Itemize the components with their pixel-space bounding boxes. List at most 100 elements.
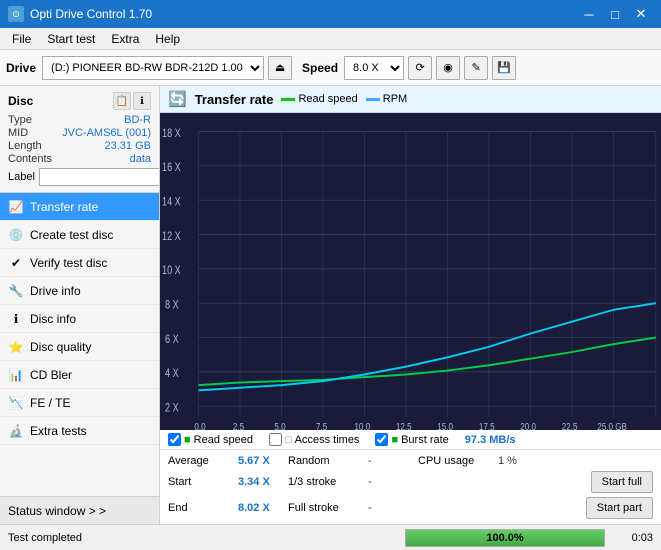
save-button[interactable]: 💾 (492, 56, 516, 80)
disc-length-value: 23.31 GB (105, 140, 151, 152)
nav-transfer-rate[interactable]: 📈 Transfer rate (0, 193, 159, 221)
checkbox-access-times[interactable]: □ Access times (269, 433, 359, 446)
nav-transfer-rate-label: Transfer rate (30, 200, 98, 214)
svg-text:10.0: 10.0 (354, 420, 370, 430)
legend-rpm: RPM (366, 93, 407, 105)
transfer-rate-icon: 📈 (8, 199, 24, 215)
drive-info-icon: 🔧 (8, 283, 24, 299)
titlebar-controls: ─ □ ✕ (577, 4, 653, 24)
nav-fe-te[interactable]: 📉 FE / TE (0, 389, 159, 417)
checkbox-burst-rate[interactable]: ■ Burst rate (375, 433, 448, 446)
nav-drive-info-label: Drive info (30, 284, 81, 298)
progress-bar-container: 100.0% (405, 529, 605, 547)
svg-text:16 X: 16 X (162, 161, 181, 174)
menu-extra[interactable]: Extra (103, 30, 147, 48)
stat-cpu-label: CPU usage (418, 455, 498, 467)
disc-length-label: Length (8, 140, 42, 152)
nav-create-test-disc[interactable]: 💿 Create test disc (0, 221, 159, 249)
nav-extra-tests[interactable]: 🔬 Extra tests (0, 417, 159, 445)
nav-create-test-disc-label: Create test disc (30, 228, 113, 242)
burst-rate-value: 97.3 MB/s (465, 434, 516, 446)
nav-disc-info[interactable]: ℹ Disc info (0, 305, 159, 333)
disc-mid-label: MID (8, 127, 28, 139)
svg-text:17.5: 17.5 (479, 420, 495, 430)
menu-start-test[interactable]: Start test (39, 30, 103, 48)
svg-text:18 X: 18 X (162, 127, 181, 140)
stat-cpu-value: 1 % (498, 455, 558, 467)
checkbox-access-times-input[interactable] (269, 433, 282, 446)
stat-13stroke-label: 1/3 stroke (288, 476, 368, 488)
checkbox-burst-rate-input[interactable] (375, 433, 388, 446)
nav-cd-bler[interactable]: 📊 CD Bler (0, 361, 159, 389)
close-button[interactable]: ✕ (629, 4, 653, 24)
cd-bler-icon: 📊 (8, 367, 24, 383)
nav-fe-te-label: FE / TE (30, 396, 70, 410)
extra-tests-icon: 🔬 (8, 423, 24, 439)
svg-text:20.0: 20.0 (520, 420, 536, 430)
progress-bar-text: 100.0% (406, 530, 604, 546)
maximize-button[interactable]: □ (603, 4, 627, 24)
svg-text:15.0: 15.0 (437, 420, 453, 430)
stat-random-label: Random (288, 455, 368, 467)
status-window-btn[interactable]: Status window > > (0, 496, 159, 524)
disc-panel-header: Disc 📋 ℹ (8, 92, 151, 110)
refresh-button[interactable]: ⟳ (408, 56, 432, 80)
drive-select[interactable]: (D:) PIONEER BD-RW BDR-212D 1.00 (42, 56, 264, 80)
disc-info-icon: ℹ (8, 311, 24, 327)
legend-rpm-color (366, 98, 380, 101)
record-button[interactable]: ◉ (436, 56, 460, 80)
fe-te-icon: 📉 (8, 395, 24, 411)
disc-icon-buttons: 📋 ℹ (113, 92, 151, 110)
menu-file[interactable]: File (4, 30, 39, 48)
nav-disc-quality-label: Disc quality (30, 340, 91, 354)
start-full-button[interactable]: Start full (591, 471, 653, 493)
disc-panel: Disc 📋 ℹ Type BD-R MID JVC-AMS6L (001) L… (0, 86, 159, 193)
main-layout: Disc 📋 ℹ Type BD-R MID JVC-AMS6L (001) L… (0, 86, 661, 524)
titlebar-left: ⊙ Opti Drive Control 1.70 (8, 6, 152, 22)
app-title: Opti Drive Control 1.70 (30, 7, 152, 21)
menu-help[interactable]: Help (147, 30, 188, 48)
start-part-button[interactable]: Start part (586, 497, 653, 519)
checkbox-read-speed-input[interactable] (168, 433, 181, 446)
edit-button[interactable]: ✎ (464, 56, 488, 80)
checkbox-read-speed-label: Read speed (194, 434, 253, 446)
disc-type-value: BD-R (124, 114, 151, 126)
checkbox-read-speed[interactable]: ■ Read speed (168, 433, 253, 446)
legend-read-speed: Read speed (281, 93, 357, 105)
disc-info-btn[interactable]: ℹ (133, 92, 151, 110)
legend-rpm-label: RPM (383, 93, 407, 105)
status-time: 0:03 (611, 532, 661, 544)
svg-text:12.5: 12.5 (396, 420, 412, 430)
disc-contents-value: data (130, 153, 151, 165)
nav-disc-quality[interactable]: ⭐ Disc quality (0, 333, 159, 361)
nav-verify-test-disc[interactable]: ✔ Verify test disc (0, 249, 159, 277)
app-icon: ⊙ (8, 6, 24, 22)
label-input[interactable] (39, 168, 160, 186)
disc-mid-value: JVC-AMS6L (001) (62, 127, 151, 139)
stat-13stroke-value: - (368, 476, 418, 488)
checkboxes-row: ■ Read speed □ Access times ■ Burst rate… (160, 430, 661, 450)
eject-button[interactable]: ⏏ (268, 56, 292, 80)
svg-text:4 X: 4 X (165, 367, 179, 380)
svg-text:12 X: 12 X (162, 230, 181, 243)
stat-fullstroke-label: Full stroke (288, 502, 368, 514)
checkbox-burst-rate-label: Burst rate (401, 434, 449, 446)
chart-container: 18 X 16 X 14 X 12 X 10 X 8 X 6 X 4 X 2 X… (160, 113, 661, 430)
minimize-button[interactable]: ─ (577, 4, 601, 24)
status-window-label: Status window > > (8, 504, 106, 518)
speed-select[interactable]: 8.0 X (344, 56, 404, 80)
nav-drive-info[interactable]: 🔧 Drive info (0, 277, 159, 305)
nav-disc-info-label: Disc info (30, 312, 76, 326)
nav-verify-test-disc-label: Verify test disc (30, 256, 107, 270)
stat-end-value: 8.02 X (238, 502, 288, 514)
svg-text:8 X: 8 X (165, 298, 179, 311)
speed-label: Speed (302, 61, 338, 75)
checkbox-access-times-label: Access times (295, 434, 360, 446)
disc-contents-label: Contents (8, 153, 52, 165)
sidebar: Disc 📋 ℹ Type BD-R MID JVC-AMS6L (001) L… (0, 86, 160, 524)
disc-clipboard-btn[interactable]: 📋 (113, 92, 131, 110)
svg-text:10 X: 10 X (162, 264, 181, 277)
disc-contents-row: Contents data (8, 153, 151, 165)
svg-text:5.0: 5.0 (274, 420, 285, 430)
svg-text:22.5: 22.5 (562, 420, 578, 430)
